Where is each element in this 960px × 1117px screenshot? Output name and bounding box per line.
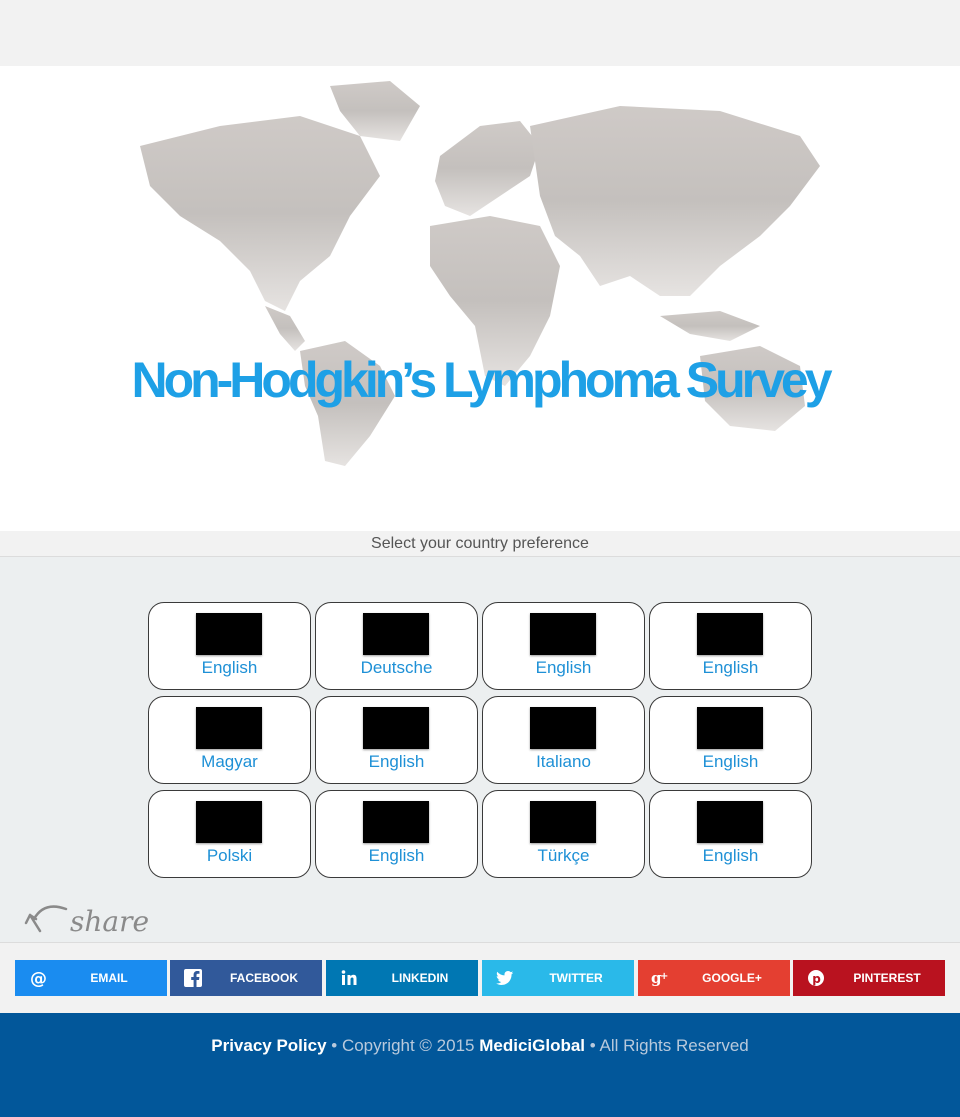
pinterest-share-button[interactable]: p PINTEREST [793, 960, 945, 996]
country-label: Magyar [201, 752, 258, 771]
facebook-icon [180, 960, 206, 996]
social-share-bar: @ EMAIL FACEBOOK LINKEDIN TWITTER g + GOO… [0, 943, 960, 1013]
country-button[interactable]: Polski [148, 790, 311, 878]
privacy-policy-link[interactable]: Privacy Policy [211, 1036, 326, 1055]
share-logo: share [24, 905, 149, 937]
country-label: English [368, 752, 425, 771]
facebook-share-button[interactable]: FACEBOOK [170, 960, 322, 996]
country-button[interactable]: English [649, 696, 812, 784]
google-plus-share-button[interactable]: g + GOOGLE+ [638, 960, 790, 996]
country-grid: English Deutsche English English Magyar … [148, 602, 814, 878]
twitter-share-label: TWITTER [549, 971, 603, 985]
country-selection-panel: English Deutsche English English Magyar … [0, 557, 960, 943]
svg-text:+: + [660, 971, 668, 982]
footer-copyright: Privacy Policy • Copyright © 2015 Medici… [0, 1036, 960, 1056]
email-share-label: EMAIL [90, 971, 128, 985]
country-button[interactable]: Italiano [482, 696, 645, 784]
country-button[interactable]: English [482, 602, 645, 690]
world-map-image [140, 81, 820, 466]
country-button[interactable]: English [649, 602, 812, 690]
linkedin-share-label: LINKEDIN [391, 971, 449, 985]
country-button[interactable]: Magyar [148, 696, 311, 784]
country-label: English [702, 658, 759, 677]
google-plus-icon: g + [648, 960, 674, 996]
linkedin-share-button[interactable]: LINKEDIN [326, 960, 478, 996]
twitter-share-button[interactable]: TWITTER [482, 960, 634, 996]
flag-icon [363, 613, 429, 655]
country-label: Italiano [536, 752, 591, 771]
rights-text: • All Rights Reserved [585, 1036, 749, 1055]
top-bar [0, 0, 960, 66]
country-button[interactable]: English [315, 790, 478, 878]
at-icon: @ [25, 960, 51, 996]
country-button[interactable]: Türkçe [482, 790, 645, 878]
footer: Privacy Policy • Copyright © 2015 Medici… [0, 1013, 960, 1117]
country-label: English [368, 846, 425, 865]
country-label: English [702, 846, 759, 865]
email-share-button[interactable]: @ EMAIL [15, 960, 167, 996]
facebook-share-label: FACEBOOK [229, 971, 298, 985]
flag-icon [697, 801, 763, 843]
survey-title: Non-Hodgkin’s Lymphoma Survey [131, 352, 832, 408]
flag-icon [196, 801, 262, 843]
flag-icon [697, 613, 763, 655]
country-label: Deutsche [360, 658, 433, 677]
pinterest-icon: p [803, 960, 829, 996]
flag-icon [697, 707, 763, 749]
country-button[interactable]: Deutsche [315, 602, 478, 690]
flag-icon [196, 707, 262, 749]
flag-icon [363, 801, 429, 843]
flag-icon [530, 801, 596, 843]
hero-banner: Non-Hodgkin’s Lymphoma Survey [0, 66, 960, 531]
country-button[interactable]: English [148, 602, 311, 690]
country-label: English [535, 658, 592, 677]
flag-icon [363, 707, 429, 749]
country-prompt: Select your country preference [0, 531, 960, 557]
country-label: English [201, 658, 258, 677]
share-logo-text: share [70, 905, 149, 937]
country-label: Polski [206, 846, 253, 865]
flag-icon [196, 613, 262, 655]
country-button[interactable]: English [315, 696, 478, 784]
copyright-text: • Copyright © 2015 [326, 1036, 480, 1055]
google-plus-share-label: GOOGLE+ [702, 971, 762, 985]
country-label: Türkçe [537, 846, 590, 865]
country-button[interactable]: English [649, 790, 812, 878]
twitter-icon [492, 960, 518, 996]
flag-icon [530, 613, 596, 655]
pinterest-share-label: PINTEREST [853, 971, 921, 985]
linkedin-icon [336, 960, 362, 996]
country-label: English [702, 752, 759, 771]
svg-text:@: @ [30, 969, 47, 987]
svg-text:p: p [812, 972, 821, 986]
flag-icon [530, 707, 596, 749]
brand-link[interactable]: MediciGlobal [479, 1036, 585, 1055]
